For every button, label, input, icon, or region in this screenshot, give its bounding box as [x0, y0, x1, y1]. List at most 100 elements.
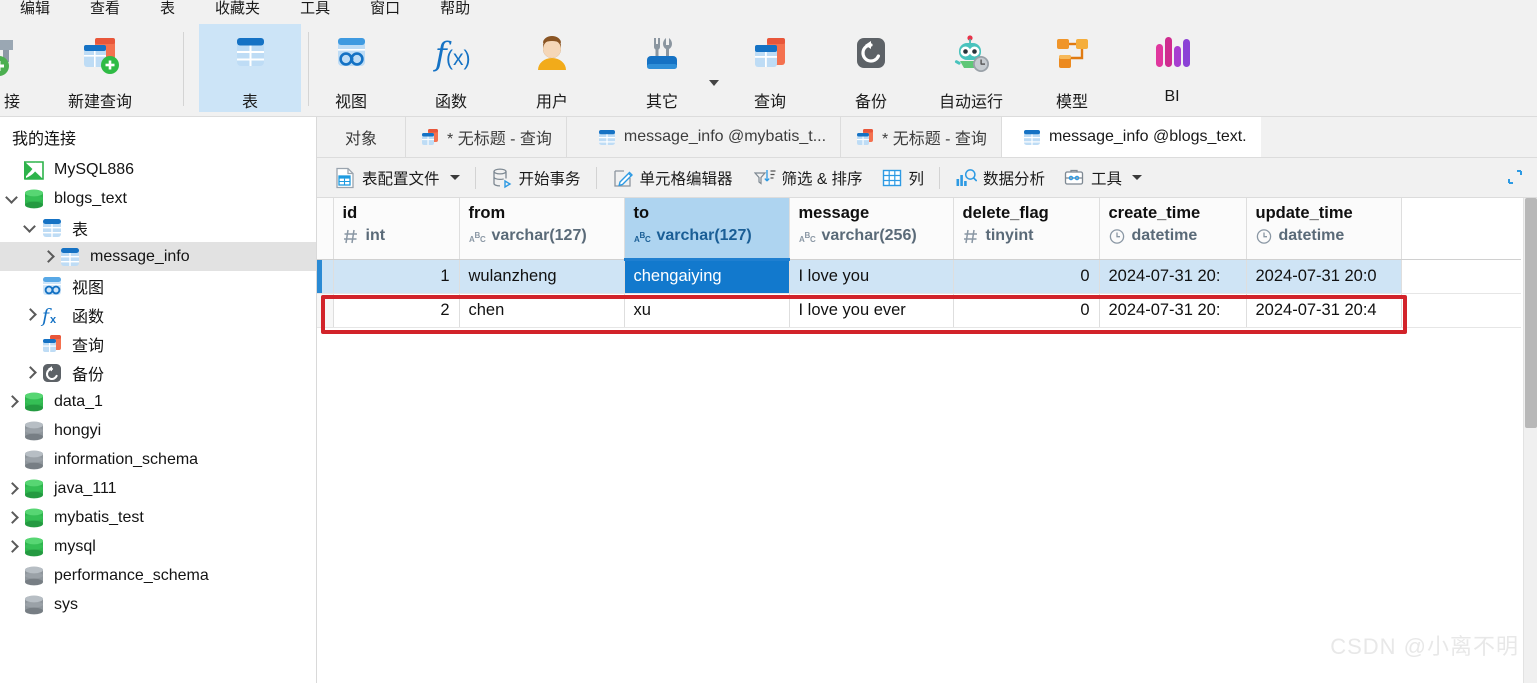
tree-item-views-folder[interactable]: 视图 — [0, 271, 316, 300]
column-name: message — [798, 204, 870, 222]
toolbar-button-tools[interactable]: 工具 — [1054, 163, 1151, 193]
column-type: tinyint — [963, 224, 1099, 248]
column-header-message[interactable]: message ABC varchar(256) — [789, 198, 954, 260]
ribbon-button-other[interactable]: 其它 — [612, 24, 712, 112]
cell-to[interactable]: chengaiying — [624, 259, 790, 294]
tab-strip: 对象 * 无标题 - 查询 message_info @mybatis_t...… — [317, 117, 1537, 158]
ribbon-overflow-caret-icon[interactable] — [709, 80, 719, 86]
cell-from[interactable]: chen — [459, 293, 625, 328]
database-closed-icon — [22, 449, 46, 471]
chevron-right-icon[interactable] — [40, 248, 58, 266]
column-header-delete-flag[interactable]: delete_flag tinyint — [953, 198, 1100, 260]
tree-item-information-schema[interactable]: information_schema — [0, 445, 316, 474]
tab-objects[interactable]: 对象 — [317, 117, 407, 157]
tree-item-mybatis-test[interactable]: mybatis_test — [0, 503, 316, 532]
chevron-down-icon[interactable] — [22, 219, 40, 237]
cell-id[interactable]: 2 — [333, 293, 460, 328]
menu-item-window[interactable]: 窗口 — [370, 0, 422, 18]
cell-message[interactable]: I love you ever — [789, 293, 954, 328]
ribbon-button-table[interactable]: 表 — [199, 24, 301, 112]
tree-item-queries-folder[interactable]: 查询 — [0, 329, 316, 358]
tab-untitled-query-1[interactable]: * 无标题 - 查询 — [406, 117, 567, 157]
tree-item-blogs-text[interactable]: blogs_text — [0, 184, 316, 213]
tree-item-sys[interactable]: sys — [0, 590, 316, 619]
cell-id[interactable]: 1 — [333, 259, 460, 294]
tree-item-performance-schema[interactable]: performance_schema — [0, 561, 316, 590]
cell-create-time[interactable]: 2024-07-31 20: — [1099, 293, 1247, 328]
ribbon-button-query[interactable]: 查询 — [720, 24, 820, 112]
tree-item-functions-folder[interactable]: f x 函数 — [0, 300, 316, 329]
ribbon-button-automation[interactable]: 自动运行 — [921, 24, 1021, 112]
row-gutter[interactable] — [317, 259, 334, 294]
ribbon-button-function[interactable]: f (x) 函数 — [401, 24, 501, 112]
chevron-right-icon[interactable] — [22, 364, 40, 382]
cell-from[interactable]: wulanzheng — [459, 259, 625, 294]
ribbon-label-automation: 自动运行 — [938, 94, 1003, 111]
ribbon-button-model[interactable]: 模型 — [1022, 24, 1122, 112]
cell-message[interactable]: I love you — [789, 259, 954, 294]
menu-item-favorites[interactable]: 收藏夹 — [215, 0, 282, 18]
scrollbar-thumb[interactable] — [1525, 198, 1537, 428]
toolbar-button-columns[interactable]: 列 — [872, 163, 934, 193]
chevron-right-icon[interactable] — [4, 393, 22, 411]
row-gutter[interactable] — [317, 293, 334, 328]
tree-item-mysql886[interactable]: MySQL886 — [0, 155, 316, 184]
ribbon-button-bi[interactable]: BI — [1122, 24, 1222, 112]
cell-update-time[interactable]: 2024-07-31 20:0 — [1246, 259, 1402, 294]
tree-item-backups-folder[interactable]: 备份 — [0, 358, 316, 387]
tab-untitled-query-2[interactable]: * 无标题 - 查询 — [841, 117, 1002, 157]
menu-item-help[interactable]: 帮助 — [440, 0, 492, 18]
toolbar-button-begin-transaction[interactable]: 开始事务 — [482, 163, 590, 193]
chevron-down-icon[interactable] — [1132, 175, 1143, 180]
ribbon-separator-1 — [183, 32, 184, 106]
menu-item-tools[interactable]: 工具 — [300, 0, 352, 18]
menu-item-table[interactable]: 表 — [160, 0, 197, 18]
tree-item-data-1[interactable]: data_1 — [0, 387, 316, 416]
chevron-down-icon[interactable] — [449, 175, 460, 180]
vertical-scrollbar[interactable] — [1523, 198, 1537, 683]
toolbar-button-filter-sort[interactable]: 筛选 & 排序 — [742, 163, 872, 193]
data-grid[interactable]: id int from ABC varchar(127) to A B C va… — [317, 198, 1537, 683]
column-name: from — [468, 204, 506, 222]
ribbon-button-new-query[interactable]: 新建查询 — [50, 24, 150, 112]
tab-message-info-mybatis[interactable]: message_info @mybatis_t... — [567, 117, 842, 157]
ribbon-button-view[interactable]: 视图 — [301, 24, 401, 112]
chevron-right-icon[interactable] — [4, 480, 22, 498]
tree-label: data_1 — [54, 392, 103, 410]
text-abc-icon: ABC — [634, 228, 653, 245]
cell-delete-flag[interactable]: 0 — [953, 259, 1100, 294]
column-header-from[interactable]: from ABC varchar(127) — [459, 198, 625, 260]
chevron-down-icon[interactable] — [4, 190, 22, 208]
toolbar-button-cell-editor[interactable]: 单元格编辑器 — [603, 163, 742, 193]
toolbar-button-table-profile[interactable]: 表配置文件 — [325, 163, 469, 193]
cell-create-time[interactable]: 2024-07-31 20: — [1099, 259, 1247, 294]
column-header-update-time[interactable]: update_time datetime — [1246, 198, 1402, 260]
toolbar-button-data-analysis[interactable]: 数据分析 — [946, 163, 1054, 193]
tab-message-info-blogs-text[interactable]: message_info @blogs_text. — [1001, 117, 1261, 157]
tree-item-mysql[interactable]: mysql — [0, 532, 316, 561]
column-header-id[interactable]: id int — [333, 198, 460, 260]
column-header-create-time[interactable]: create_time datetime — [1099, 198, 1247, 260]
chevron-placeholder — [4, 596, 22, 614]
tree-label: java_111 — [54, 479, 117, 497]
expand-corner-icon[interactable] — [1507, 169, 1523, 185]
tree-item-message-info[interactable]: message_info — [0, 242, 316, 271]
tree-item-tables-folder[interactable]: 表 — [0, 213, 316, 242]
mysql-connection-icon — [22, 159, 46, 181]
tree-item-hongyi[interactable]: hongyi — [0, 416, 316, 445]
query-icon — [743, 32, 797, 82]
ribbon-button-user[interactable]: 用户 — [502, 24, 602, 112]
ribbon-button-backup[interactable]: 备份 — [821, 24, 921, 112]
chevron-right-icon[interactable] — [4, 538, 22, 556]
tree-item-java-111[interactable]: java_111 — [0, 474, 316, 503]
table-row[interactable]: 2 chen xu I love you ever 0 2024-07-31 2… — [317, 293, 1521, 328]
menu-item-view[interactable]: 查看 — [90, 0, 142, 18]
column-header-to[interactable]: to ABC varchar(127) — [624, 198, 790, 261]
cell-update-time[interactable]: 2024-07-31 20:4 — [1246, 293, 1402, 328]
cell-delete-flag[interactable]: 0 — [953, 293, 1100, 328]
table-row[interactable]: 1 wulanzheng chengaiying I love you 0 20… — [317, 259, 1521, 294]
menu-item-edit[interactable]: 编辑 — [20, 0, 72, 18]
chevron-right-icon[interactable] — [4, 509, 22, 527]
cell-to[interactable]: xu — [624, 293, 790, 328]
chevron-right-icon[interactable] — [22, 306, 40, 324]
